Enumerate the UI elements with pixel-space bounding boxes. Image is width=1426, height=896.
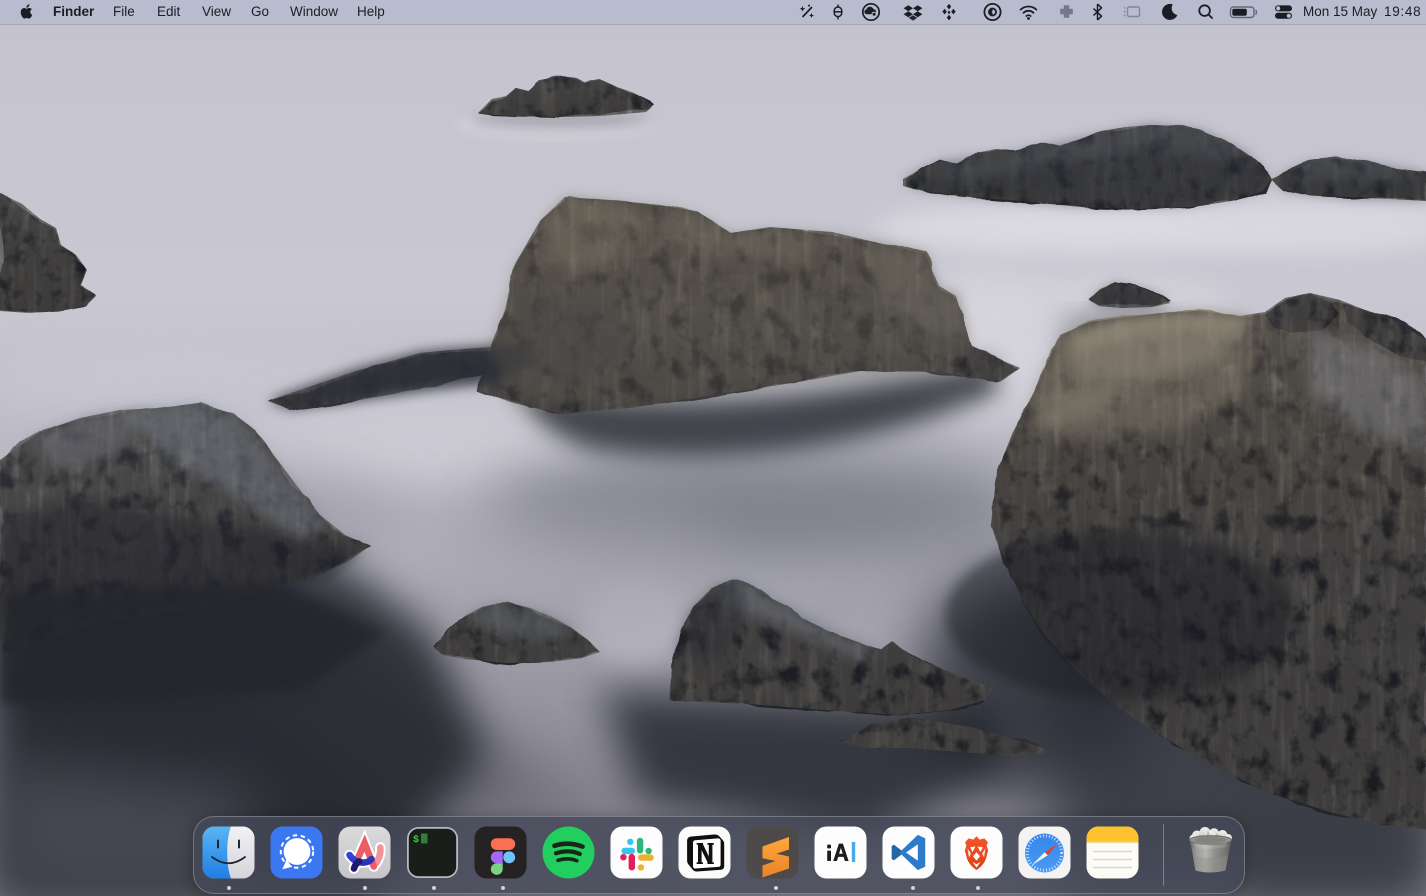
svg-text:$: $ [413,834,419,846]
